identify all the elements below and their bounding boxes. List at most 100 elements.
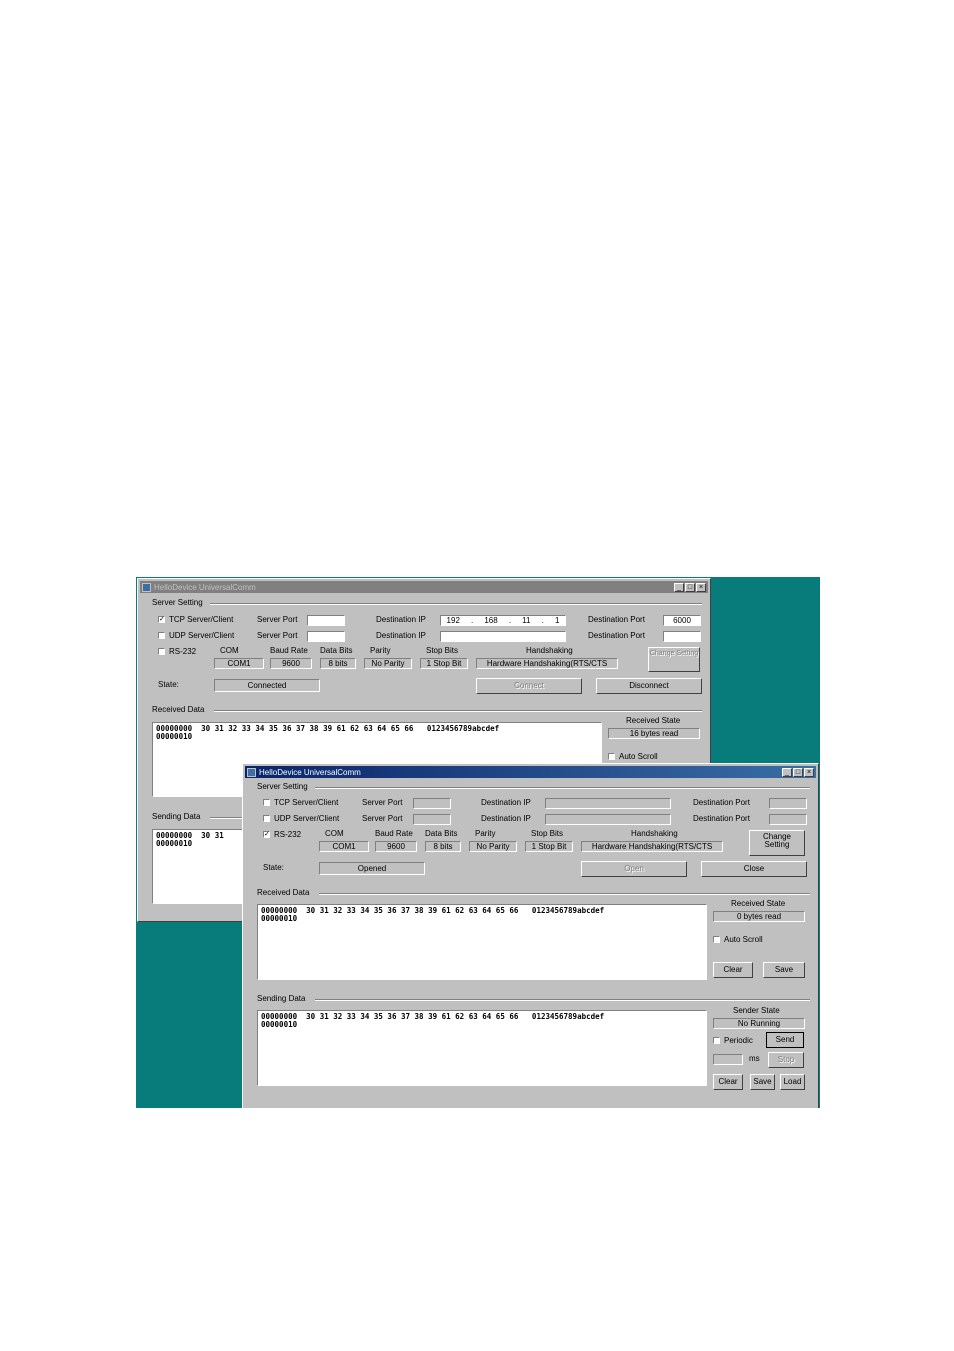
checkbox-box[interactable] bbox=[158, 648, 165, 655]
baud-select[interactable]: 9600 bbox=[270, 658, 312, 669]
com-select[interactable]: COM1 bbox=[319, 841, 369, 852]
tcp-dest-port-input[interactable] bbox=[769, 798, 807, 809]
checkbox-box[interactable] bbox=[713, 1037, 720, 1044]
sender-state-field: No Running bbox=[713, 1018, 805, 1029]
received-data-label: Received Data bbox=[152, 705, 205, 714]
ms-label: ms bbox=[749, 1054, 760, 1063]
disconnect-button[interactable]: Disconnect bbox=[596, 678, 702, 694]
server-port-label: Server Port bbox=[257, 631, 298, 640]
minimize-icon[interactable]: _ bbox=[782, 767, 792, 777]
baud-select[interactable]: 9600 bbox=[375, 841, 417, 852]
parity-select[interactable]: No Parity bbox=[364, 658, 412, 669]
udp-checkbox[interactable]: UDP Server/Client bbox=[263, 814, 339, 823]
auto-scroll-checkbox[interactable]: Auto Scroll bbox=[608, 752, 658, 761]
checkbox-box[interactable] bbox=[263, 799, 270, 806]
tcp-checkbox[interactable]: TCP Server/Client bbox=[263, 798, 338, 807]
connect-button[interactable]: Connect bbox=[476, 678, 582, 694]
sending-data-label: Sending Data bbox=[257, 994, 306, 1003]
stop-bits-select[interactable]: 1 Stop Bit bbox=[420, 658, 468, 669]
data-bits-select[interactable]: 8 bits bbox=[320, 658, 356, 669]
rs232-checkbox[interactable]: RS-232 bbox=[158, 647, 196, 656]
send-button[interactable]: Send bbox=[766, 1032, 804, 1048]
received-data-pane[interactable]: 00000000 30 31 32 33 34 35 36 37 38 39 6… bbox=[257, 904, 707, 980]
udp-dest-port-input[interactable] bbox=[663, 631, 701, 642]
send-clear-button[interactable]: Clear bbox=[713, 1074, 743, 1090]
change-setting-button[interactable]: Change Setting bbox=[749, 830, 805, 856]
rs232-checkbox[interactable]: ✓ RS-232 bbox=[263, 830, 301, 839]
sending-data-label: Sending Data bbox=[152, 812, 201, 821]
stop-bits-select[interactable]: 1 Stop Bit bbox=[525, 841, 573, 852]
com-label: COM bbox=[220, 646, 239, 655]
tcp-server-port-input[interactable] bbox=[413, 798, 451, 809]
tcp-dest-ip-input[interactable]: 192. 168. 11. 1 bbox=[440, 615, 566, 626]
state-field: Opened bbox=[319, 862, 425, 875]
button-text: Setting bbox=[764, 840, 790, 849]
open-button[interactable]: Open bbox=[581, 861, 687, 877]
checkbox-box[interactable]: ✓ bbox=[158, 616, 165, 623]
received-line: 00000010 bbox=[261, 914, 298, 923]
checkbox-box[interactable] bbox=[713, 936, 720, 943]
checkbox-box[interactable] bbox=[608, 753, 615, 760]
periodic-checkbox[interactable]: Periodic bbox=[713, 1036, 753, 1045]
send-save-button[interactable]: Save bbox=[750, 1074, 775, 1090]
tcp-checkbox[interactable]: ✓ TCP Server/Client bbox=[158, 615, 233, 624]
com-select[interactable]: COM1 bbox=[214, 658, 264, 669]
load-button[interactable]: Load bbox=[780, 1074, 805, 1090]
received-data-label: Received Data bbox=[257, 888, 310, 897]
interval-input[interactable] bbox=[713, 1054, 743, 1065]
dest-port-label: Destination Port bbox=[588, 631, 645, 640]
udp-checkbox[interactable]: UDP Server/Client bbox=[158, 631, 234, 640]
udp-server-port-input[interactable] bbox=[413, 814, 451, 825]
minimize-icon[interactable]: _ bbox=[674, 582, 684, 592]
checkbox-box[interactable] bbox=[158, 632, 165, 639]
group-divider bbox=[214, 710, 702, 712]
stop-bits-label: Stop Bits bbox=[426, 646, 459, 655]
data-bits-label: Data Bits bbox=[425, 829, 458, 838]
rs232-label: RS-232 bbox=[274, 830, 302, 839]
front-window[interactable]: HelloDevice UniversalComm _ □ × Server S… bbox=[242, 763, 819, 1108]
handshaking-select[interactable]: Hardware Handshaking(RTS/CTS bbox=[476, 658, 618, 669]
ip-octet[interactable]: 11 bbox=[522, 616, 530, 625]
received-save-button[interactable]: Save bbox=[763, 962, 805, 978]
udp-dest-port-input[interactable] bbox=[769, 814, 807, 825]
maximize-icon[interactable]: □ bbox=[685, 582, 695, 592]
ip-octet[interactable]: 168 bbox=[484, 616, 497, 625]
maximize-icon[interactable]: □ bbox=[793, 767, 803, 777]
group-divider bbox=[319, 893, 810, 895]
received-clear-button[interactable]: Clear bbox=[713, 962, 753, 978]
stop-button[interactable]: Stop bbox=[768, 1052, 804, 1068]
dest-ip-label: Destination IP bbox=[481, 814, 531, 823]
sending-data-pane[interactable]: 00000000 30 31 32 33 34 35 36 37 38 39 6… bbox=[257, 1010, 707, 1086]
checkbox-box[interactable] bbox=[263, 815, 270, 822]
sending-line: 00000010 bbox=[261, 1020, 298, 1029]
checkbox-box[interactable]: ✓ bbox=[263, 831, 270, 838]
dest-ip-label: Destination IP bbox=[376, 615, 426, 624]
parity-label: Parity bbox=[370, 646, 391, 655]
received-line: 00000000 30 31 32 33 34 35 36 37 38 39 6… bbox=[261, 906, 605, 915]
ip-octet[interactable]: 1 bbox=[555, 616, 559, 625]
back-window-titlebar[interactable]: HelloDevice UniversalComm _ □ × bbox=[140, 581, 708, 593]
parity-select[interactable]: No Parity bbox=[469, 841, 517, 852]
close-button[interactable]: Close bbox=[701, 861, 807, 877]
ip-octet[interactable]: 192 bbox=[447, 616, 460, 625]
udp-server-port-input[interactable] bbox=[307, 631, 345, 642]
close-icon[interactable]: × bbox=[804, 767, 814, 777]
front-window-titlebar[interactable]: HelloDevice UniversalComm _ □ × bbox=[245, 766, 816, 778]
udp-dest-ip-input[interactable] bbox=[545, 814, 671, 825]
window-title: HelloDevice UniversalComm bbox=[259, 767, 361, 777]
dest-port-label: Destination Port bbox=[693, 798, 750, 807]
change-setting-button[interactable]: Change Setting bbox=[648, 647, 700, 672]
handshaking-label: Handshaking bbox=[526, 646, 573, 655]
auto-scroll-checkbox[interactable]: Auto Scroll bbox=[713, 935, 763, 944]
baud-rate-label: Baud Rate bbox=[375, 829, 413, 838]
close-icon[interactable]: × bbox=[696, 582, 706, 592]
data-bits-select[interactable]: 8 bits bbox=[425, 841, 461, 852]
udp-dest-ip-input[interactable] bbox=[440, 631, 566, 642]
tcp-server-port-input[interactable] bbox=[307, 615, 345, 626]
group-divider bbox=[315, 999, 810, 1001]
handshaking-select[interactable]: Hardware Handshaking(RTS/CTS bbox=[581, 841, 723, 852]
dest-port-label: Destination Port bbox=[588, 615, 645, 624]
sending-line: 00000010 bbox=[156, 839, 193, 848]
tcp-dest-ip-input[interactable] bbox=[545, 798, 671, 809]
tcp-dest-port-input[interactable]: 6000 bbox=[663, 615, 701, 626]
